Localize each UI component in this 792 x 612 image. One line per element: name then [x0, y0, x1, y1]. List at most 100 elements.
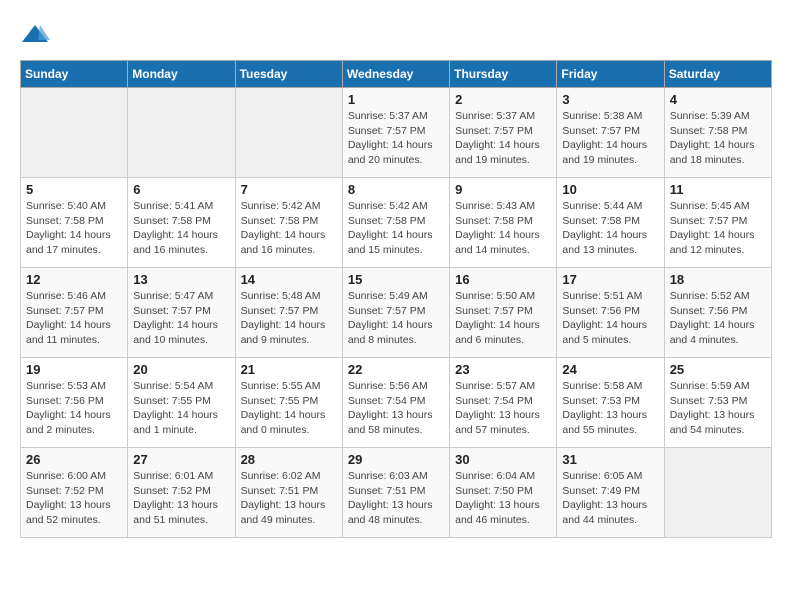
day-header-friday: Friday	[557, 61, 664, 88]
calendar-cell: 18Sunrise: 5:52 AM Sunset: 7:56 PM Dayli…	[664, 268, 771, 358]
calendar-cell: 27 Sunrise: 6:01 AM Sunset: 7:52 PM Dayli…	[128, 448, 235, 538]
day-info: Sunrise: 6:05 AM Sunset: 7:49 PM Dayligh…	[562, 469, 658, 528]
day-info: Sunrise: 5:41 AM Sunset: 7:58 PM Dayligh…	[133, 199, 229, 258]
day-info: Sunrise: 5:38 AM Sunset: 7:57 PM Dayligh…	[562, 109, 658, 168]
day-info: Sunrise: 5:56 AM Sunset: 7:54 PM Dayligh…	[348, 379, 444, 438]
calendar-cell: 19 Sunrise: 5:53 AM Sunset: 7:56 PM Dayli…	[21, 358, 128, 448]
logo-icon	[20, 20, 50, 50]
calendar-cell: 7 Sunrise: 5:42 AM Sunset: 7:58 PM Daylig…	[235, 178, 342, 268]
calendar-cell: 14 Sunrise: 5:48 AM Sunset: 7:57 PM Dayli…	[235, 268, 342, 358]
day-info: Sunrise: 5:48 AM Sunset: 7:57 PM Dayligh…	[241, 289, 337, 348]
day-info: Sunrise: 6:00 AM Sunset: 7:52 PM Dayligh…	[26, 469, 122, 528]
day-info: Sunrise: 5:42 AM Sunset: 7:58 PM Dayligh…	[241, 199, 337, 258]
day-header-tuesday: Tuesday	[235, 61, 342, 88]
logo	[20, 20, 54, 50]
calendar-cell: 6 Sunrise: 5:41 AM Sunset: 7:58 PM Daylig…	[128, 178, 235, 268]
day-number: 26	[26, 452, 122, 467]
day-number: 28	[241, 452, 337, 467]
day-number: 18	[670, 272, 766, 287]
day-info: Sunrise: 5:49 AM Sunset: 7:57 PM Dayligh…	[348, 289, 444, 348]
day-number: 15	[348, 272, 444, 287]
calendar-cell: 2 Sunrise: 5:37 AM Sunset: 7:57 PM Daylig…	[450, 88, 557, 178]
calendar-cell: 11 Sunrise: 5:45 AM Sunset: 7:57 PM Dayli…	[664, 178, 771, 268]
calendar-cell	[128, 88, 235, 178]
day-number: 12	[26, 272, 122, 287]
day-number: 2	[455, 92, 551, 107]
day-info: Sunrise: 5:40 AM Sunset: 7:58 PM Dayligh…	[26, 199, 122, 258]
day-info: Sunrise: 5:53 AM Sunset: 7:56 PM Dayligh…	[26, 379, 122, 438]
week-row-3: 12 Sunrise: 5:46 AM Sunset: 7:57 PM Dayli…	[21, 268, 772, 358]
calendar-cell: 3 Sunrise: 5:38 AM Sunset: 7:57 PM Daylig…	[557, 88, 664, 178]
day-header-monday: Monday	[128, 61, 235, 88]
day-number: 22	[348, 362, 444, 377]
calendar-cell: 4Sunrise: 5:39 AM Sunset: 7:58 PM Daylig…	[664, 88, 771, 178]
calendar-cell: 13Sunrise: 5:47 AM Sunset: 7:57 PM Dayli…	[128, 268, 235, 358]
day-number: 14	[241, 272, 337, 287]
day-number: 10	[562, 182, 658, 197]
day-number: 20	[133, 362, 229, 377]
calendar-cell: 22 Sunrise: 5:56 AM Sunset: 7:54 PM Dayli…	[342, 358, 449, 448]
day-number: 16	[455, 272, 551, 287]
day-info: Sunrise: 5:58 AM Sunset: 7:53 PM Dayligh…	[562, 379, 658, 438]
day-number: 29	[348, 452, 444, 467]
calendar-cell: 12 Sunrise: 5:46 AM Sunset: 7:57 PM Dayli…	[21, 268, 128, 358]
day-number: 5	[26, 182, 122, 197]
day-info: Sunrise: 5:55 AM Sunset: 7:55 PM Dayligh…	[241, 379, 337, 438]
day-number: 9	[455, 182, 551, 197]
day-header-thursday: Thursday	[450, 61, 557, 88]
day-number: 4	[670, 92, 766, 107]
week-row-2: 5 Sunrise: 5:40 AM Sunset: 7:58 PM Daylig…	[21, 178, 772, 268]
header-row: SundayMondayTuesdayWednesdayThursdayFrid…	[21, 61, 772, 88]
calendar-cell: 9 Sunrise: 5:43 AM Sunset: 7:58 PM Daylig…	[450, 178, 557, 268]
day-info: Sunrise: 5:54 AM Sunset: 7:55 PM Dayligh…	[133, 379, 229, 438]
day-number: 25	[670, 362, 766, 377]
day-number: 3	[562, 92, 658, 107]
calendar-cell	[21, 88, 128, 178]
day-number: 6	[133, 182, 229, 197]
calendar-cell: 30 Sunrise: 6:04 AM Sunset: 7:50 PM Dayli…	[450, 448, 557, 538]
day-number: 7	[241, 182, 337, 197]
day-number: 31	[562, 452, 658, 467]
calendar-cell: 26 Sunrise: 6:00 AM Sunset: 7:52 PM Dayli…	[21, 448, 128, 538]
day-header-sunday: Sunday	[21, 61, 128, 88]
calendar-cell: 24 Sunrise: 5:58 AM Sunset: 7:53 PM Dayli…	[557, 358, 664, 448]
calendar-cell: 23Sunrise: 5:57 AM Sunset: 7:54 PM Dayli…	[450, 358, 557, 448]
calendar-cell: 28Sunrise: 6:02 AM Sunset: 7:51 PM Dayli…	[235, 448, 342, 538]
day-number: 23	[455, 362, 551, 377]
day-info: Sunrise: 5:51 AM Sunset: 7:56 PM Dayligh…	[562, 289, 658, 348]
day-number: 30	[455, 452, 551, 467]
day-number: 24	[562, 362, 658, 377]
day-header-wednesday: Wednesday	[342, 61, 449, 88]
day-number: 19	[26, 362, 122, 377]
day-info: Sunrise: 6:04 AM Sunset: 7:50 PM Dayligh…	[455, 469, 551, 528]
day-number: 11	[670, 182, 766, 197]
day-number: 8	[348, 182, 444, 197]
day-info: Sunrise: 5:37 AM Sunset: 7:57 PM Dayligh…	[348, 109, 444, 168]
day-info: Sunrise: 5:37 AM Sunset: 7:57 PM Dayligh…	[455, 109, 551, 168]
day-info: Sunrise: 5:42 AM Sunset: 7:58 PM Dayligh…	[348, 199, 444, 258]
day-info: Sunrise: 6:01 AM Sunset: 7:52 PM Dayligh…	[133, 469, 229, 528]
calendar-cell: 20 Sunrise: 5:54 AM Sunset: 7:55 PM Dayli…	[128, 358, 235, 448]
day-info: Sunrise: 5:59 AM Sunset: 7:53 PM Dayligh…	[670, 379, 766, 438]
week-row-4: 19 Sunrise: 5:53 AM Sunset: 7:56 PM Dayli…	[21, 358, 772, 448]
day-number: 21	[241, 362, 337, 377]
calendar-cell: 10 Sunrise: 5:44 AM Sunset: 7:58 PM Dayli…	[557, 178, 664, 268]
day-number: 27	[133, 452, 229, 467]
page-header	[20, 20, 772, 50]
day-info: Sunrise: 5:45 AM Sunset: 7:57 PM Dayligh…	[670, 199, 766, 258]
calendar-cell: 21 Sunrise: 5:55 AM Sunset: 7:55 PM Dayli…	[235, 358, 342, 448]
day-info: Sunrise: 5:44 AM Sunset: 7:58 PM Dayligh…	[562, 199, 658, 258]
calendar-cell: 17Sunrise: 5:51 AM Sunset: 7:56 PM Dayli…	[557, 268, 664, 358]
calendar-cell: 25 Sunrise: 5:59 AM Sunset: 7:53 PM Dayli…	[664, 358, 771, 448]
day-info: Sunrise: 5:50 AM Sunset: 7:57 PM Dayligh…	[455, 289, 551, 348]
calendar-cell: 8 Sunrise: 5:42 AM Sunset: 7:58 PM Daylig…	[342, 178, 449, 268]
calendar-cell: 16 Sunrise: 5:50 AM Sunset: 7:57 PM Dayli…	[450, 268, 557, 358]
calendar-cell: 5 Sunrise: 5:40 AM Sunset: 7:58 PM Daylig…	[21, 178, 128, 268]
calendar-cell	[235, 88, 342, 178]
calendar-cell: 15 Sunrise: 5:49 AM Sunset: 7:57 PM Dayli…	[342, 268, 449, 358]
day-info: Sunrise: 5:43 AM Sunset: 7:58 PM Dayligh…	[455, 199, 551, 258]
calendar-cell: 31 Sunrise: 6:05 AM Sunset: 7:49 PM Dayli…	[557, 448, 664, 538]
day-number: 1	[348, 92, 444, 107]
calendar-table: SundayMondayTuesdayWednesdayThursdayFrid…	[20, 60, 772, 538]
day-info: Sunrise: 5:46 AM Sunset: 7:57 PM Dayligh…	[26, 289, 122, 348]
